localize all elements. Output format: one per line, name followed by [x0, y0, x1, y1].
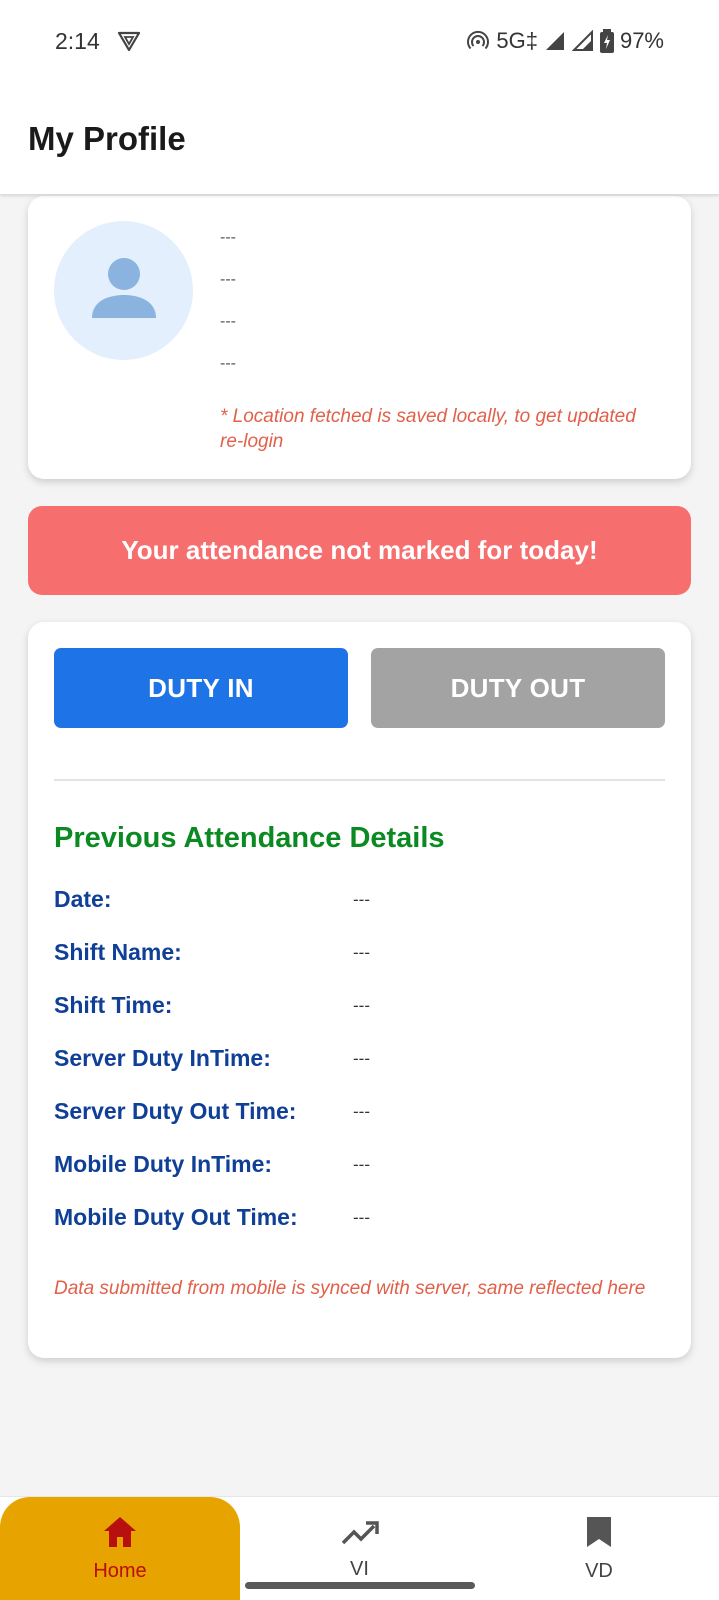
attendance-details: Date: --- Shift Name: --- Shift Time: --…	[54, 886, 665, 1257]
sync-note: Data submitted from mobile is synced wit…	[54, 1278, 646, 1299]
detail-value: ---	[353, 1102, 370, 1121]
location-note: * Location fetched is saved locally, to …	[220, 406, 636, 452]
nav-label-vd: VD	[585, 1560, 613, 1582]
detail-value: ---	[353, 943, 370, 962]
app-header: My Profile	[0, 82, 719, 194]
duty-in-button[interactable]: DUTY IN	[54, 648, 348, 728]
profile-card: --- --- --- --- * Location fetched is sa…	[28, 196, 691, 479]
battery-level: 97%	[619, 28, 664, 53]
signal-icon-secondary	[571, 30, 594, 52]
page-title: My Profile	[28, 120, 186, 157]
profile-location: ---	[220, 355, 236, 372]
detail-label: Mobile Duty Out Time:	[54, 1204, 298, 1230]
detail-value: ---	[353, 1208, 370, 1227]
home-icon	[102, 1515, 138, 1554]
divider	[54, 779, 665, 781]
person-icon	[88, 252, 160, 329]
nav-label-vi: VI	[350, 1558, 369, 1580]
duty-out-button[interactable]: DUTY OUT	[371, 648, 665, 728]
status-indicators: 5G‡ 97%	[466, 26, 664, 56]
vpn-shield-icon	[117, 29, 141, 53]
detail-row-mobile-duty-in: Mobile Duty InTime: ---	[54, 1151, 665, 1204]
profile-details: --- --- --- ---	[220, 228, 236, 396]
nav-item-home[interactable]: Home	[0, 1497, 240, 1600]
detail-row-server-duty-out: Server Duty Out Time: ---	[54, 1098, 665, 1151]
attendance-alert-banner: Your attendance not marked for today!	[28, 506, 691, 595]
detail-label: Mobile Duty InTime:	[54, 1151, 273, 1177]
detail-row-shift-name: Shift Name: ---	[54, 939, 665, 992]
detail-label: Date:	[54, 886, 112, 912]
detail-value: ---	[353, 996, 370, 1015]
main-content: --- --- --- --- * Location fetched is sa…	[0, 194, 719, 1494]
detail-label: Shift Name:	[54, 939, 182, 965]
gesture-home-indicator[interactable]	[245, 1582, 475, 1589]
nav-label-home: Home	[93, 1560, 147, 1582]
detail-value: ---	[353, 1155, 370, 1174]
detail-row-server-duty-in: Server Duty InTime: ---	[54, 1045, 665, 1098]
alert-text: Your attendance not marked for today!	[121, 535, 598, 565]
status-bar: 2:14 5G‡ 97%	[0, 0, 719, 82]
detail-label: Server Duty Out Time:	[54, 1098, 297, 1124]
profile-id: ---	[220, 271, 236, 288]
detail-value: ---	[353, 1049, 370, 1068]
detail-row-shift-time: Shift Time: ---	[54, 992, 665, 1045]
nav-item-vd[interactable]: VD	[479, 1497, 719, 1600]
signal-icon	[544, 30, 566, 52]
duty-card: DUTY IN DUTY OUT Previous Attendance Det…	[28, 622, 691, 1358]
status-time: 2:14	[55, 28, 100, 54]
battery-icon	[599, 29, 614, 53]
detail-label: Server Duty InTime:	[54, 1045, 271, 1071]
profile-designation: ---	[220, 313, 236, 330]
hotspot-icon	[466, 29, 490, 53]
detail-label: Shift Time:	[54, 992, 173, 1018]
bookmark-icon	[585, 1515, 613, 1554]
network-type: 5G‡	[496, 28, 538, 53]
trending-up-icon	[341, 1517, 379, 1552]
detail-row-date: Date: ---	[54, 886, 665, 939]
profile-name: ---	[220, 229, 236, 246]
avatar	[54, 221, 193, 360]
previous-attendance-title: Previous Attendance Details	[54, 822, 445, 854]
detail-value: ---	[353, 890, 370, 909]
detail-row-mobile-duty-out: Mobile Duty Out Time: ---	[54, 1204, 665, 1257]
